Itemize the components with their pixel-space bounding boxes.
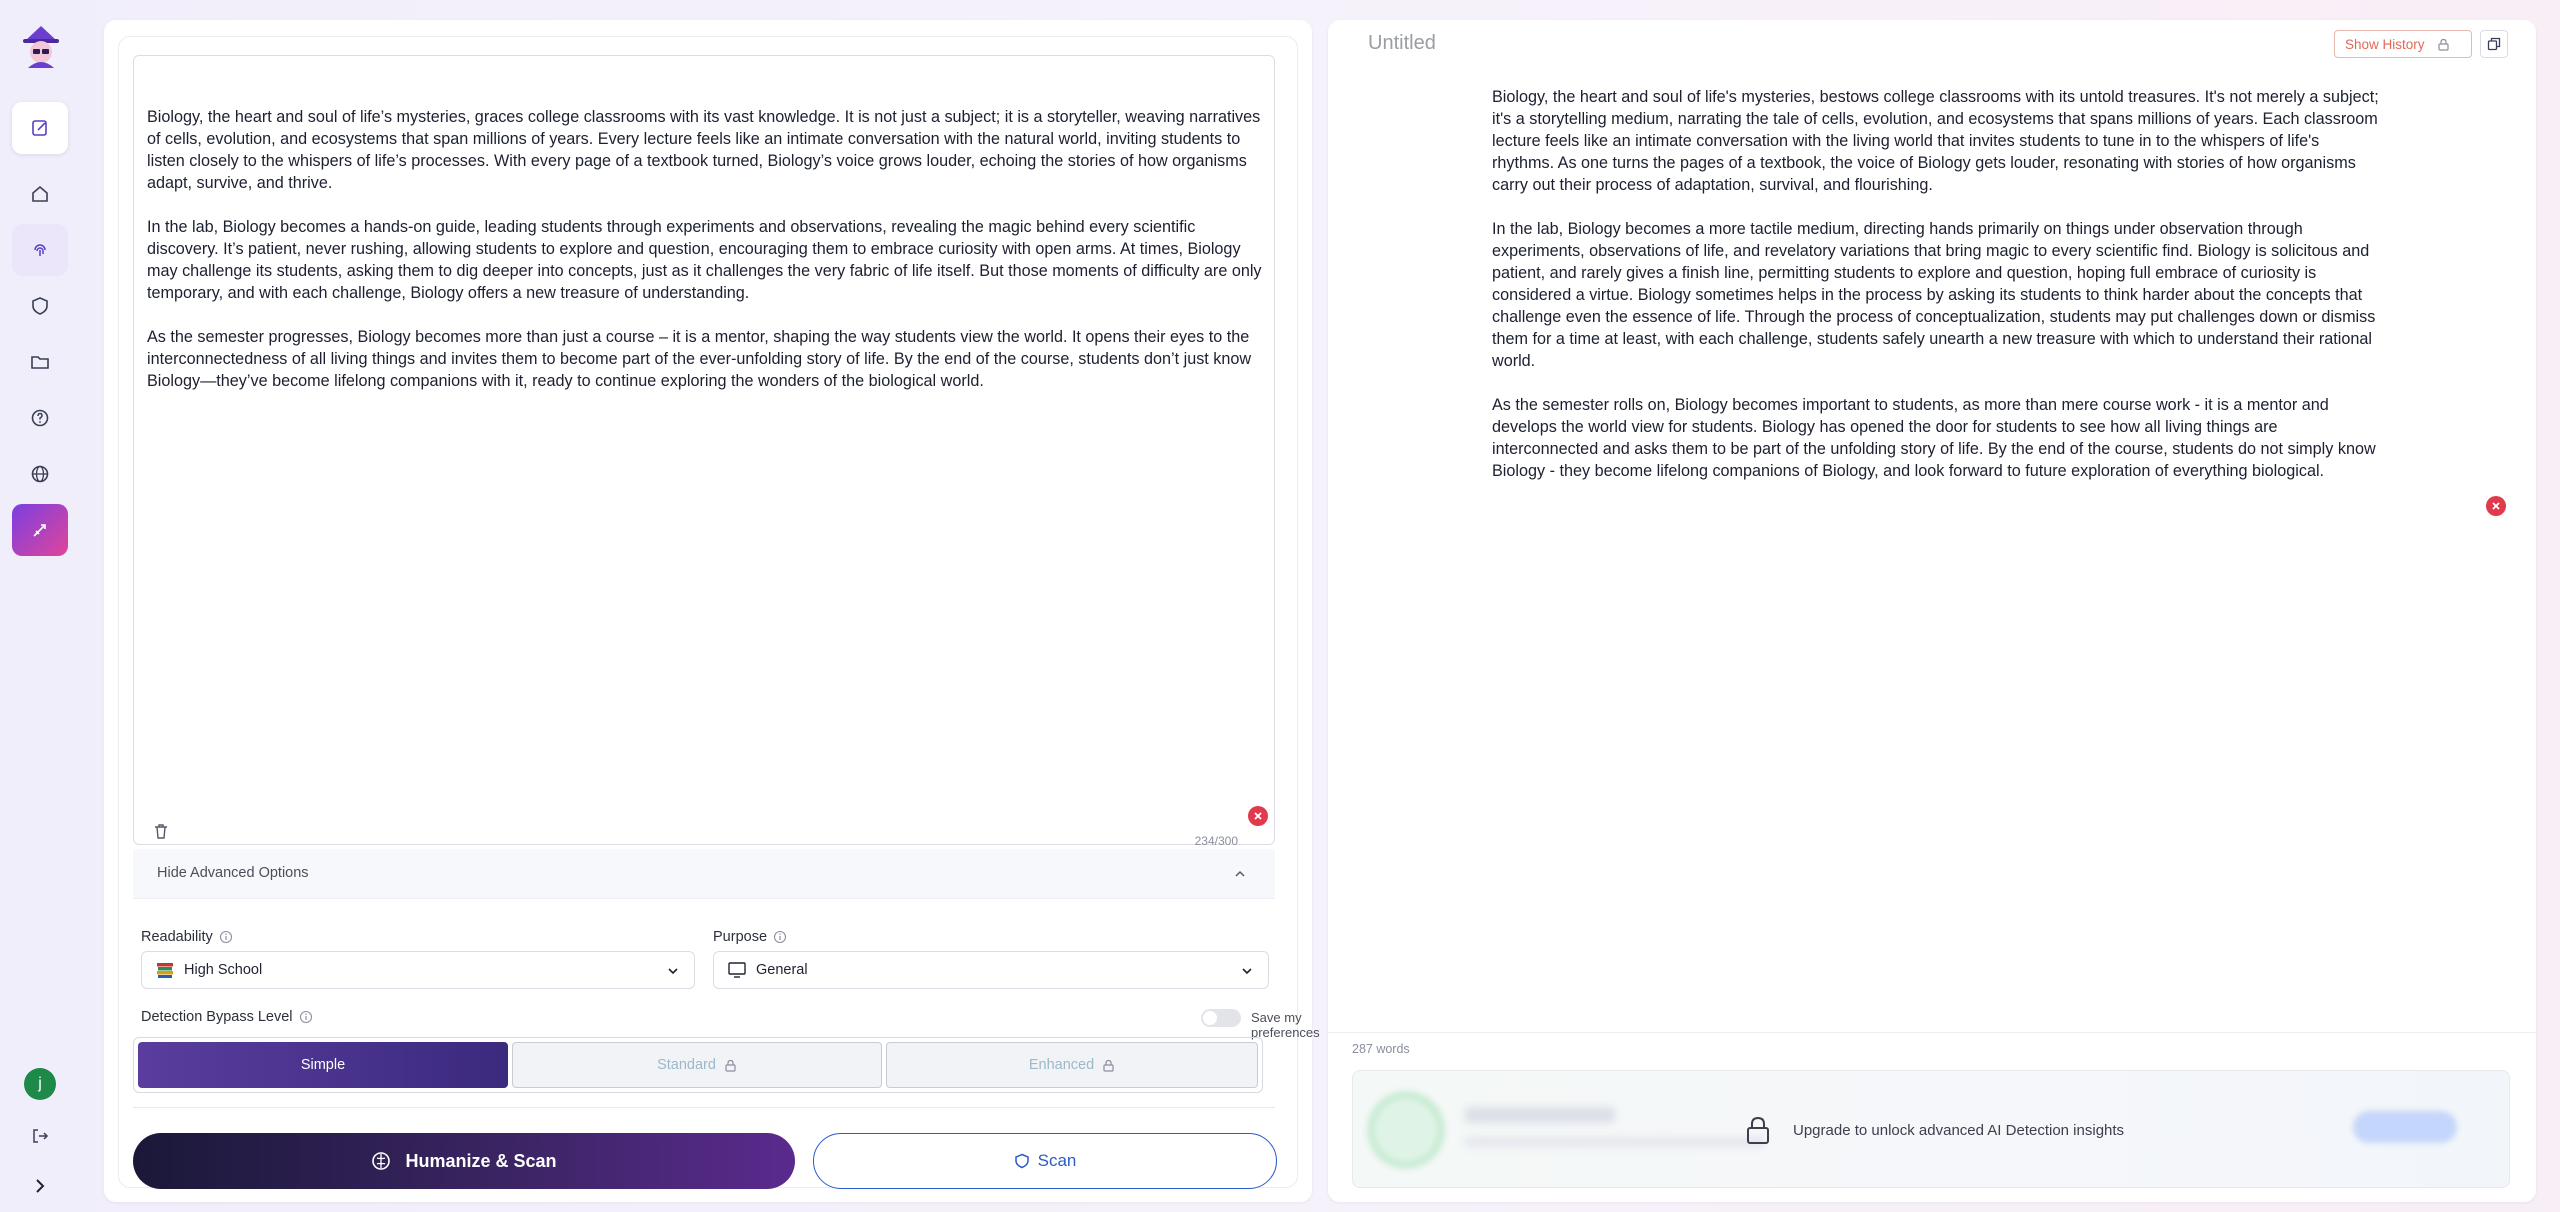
bypass-level-selector: Simple Standard Enhanced — [133, 1037, 1263, 1093]
chevron-down-icon — [1242, 968, 1252, 975]
nav-fingerprint[interactable] — [12, 224, 68, 276]
input-card: Biology, the heart and soul of life’s my… — [118, 36, 1320, 1189]
home-icon — [32, 185, 48, 202]
nav-logout[interactable] — [12, 1110, 68, 1162]
level-standard-label: Standard — [657, 1057, 716, 1073]
purpose-value: General — [756, 962, 808, 978]
globe-icon — [31, 465, 49, 483]
avatar[interactable]: j — [24, 1068, 56, 1100]
level-simple-label: Simple — [300, 1057, 346, 1073]
output-paragraph: As the semester rolls on, Biology become… — [1492, 396, 2376, 480]
folder-icon — [31, 356, 49, 369]
level-simple-button[interactable]: Simple — [138, 1042, 508, 1088]
nav-folder[interactable] — [12, 336, 68, 388]
input-paragraph: Biology, the heart and soul of life’s my… — [147, 108, 1261, 192]
readability-select[interactable]: High School — [141, 951, 695, 989]
output-text[interactable]: Biology, the heart and soul of life's my… — [1492, 86, 2380, 482]
monitor-icon — [728, 962, 746, 978]
humanize-scan-button[interactable]: Humanize & Scan — [133, 1133, 795, 1189]
purpose-label-text: Purpose — [713, 929, 768, 945]
blurred-score-ring — [1367, 1091, 1445, 1169]
scan-label: Scan — [1037, 1151, 1077, 1170]
trash-icon[interactable] — [152, 822, 170, 840]
nav-upgrade[interactable] — [12, 504, 68, 556]
lock-icon — [1103, 1059, 1114, 1072]
save-preferences-label: Save my preferences — [1251, 1010, 1320, 1040]
word-counter: 234/300 — [1194, 834, 1238, 848]
chevron-right-icon — [36, 1179, 45, 1193]
lock-icon — [1747, 1116, 1769, 1144]
input-text[interactable]: Biology, the heart and soul of life’s my… — [147, 106, 1265, 392]
shield-icon — [1014, 1153, 1029, 1169]
clear-input-button[interactable] — [1248, 806, 1268, 826]
close-icon — [2492, 502, 2500, 510]
level-enhanced-label: Enhanced — [1028, 1057, 1095, 1073]
sidebar-nav: j — [0, 0, 80, 1212]
purpose-label: Purpose — [713, 929, 787, 945]
lock-icon — [725, 1059, 736, 1072]
show-history-label: Show History — [2345, 36, 2425, 52]
edit-icon — [32, 120, 47, 136]
level-enhanced-button[interactable]: Enhanced — [886, 1042, 1258, 1088]
upgrade-message-text: Upgrade to unlock advanced AI Detection … — [1793, 1121, 2125, 1139]
nav-help[interactable] — [12, 392, 68, 444]
close-icon — [1254, 812, 1262, 820]
output-paragraph: In the lab, Biology becomes a more tacti… — [1492, 220, 2376, 370]
copy-icon — [2487, 37, 2501, 51]
output-panel: Untitled Show History Biology, the heart… — [1328, 20, 2536, 1202]
copy-button[interactable] — [2480, 30, 2508, 58]
bypass-level-label: Detection Bypass Level — [141, 1009, 313, 1025]
level-standard-button[interactable]: Standard — [512, 1042, 882, 1088]
nav-edit[interactable] — [12, 102, 68, 154]
input-panel: Biology, the heart and soul of life’s my… — [104, 20, 1320, 1202]
info-icon[interactable] — [773, 930, 787, 944]
chevron-down-icon — [668, 968, 678, 975]
input-paragraph: As the semester progresses, Biology beco… — [147, 328, 1252, 390]
nav-expand[interactable] — [12, 1168, 68, 1204]
blurred-heading — [1465, 1107, 1615, 1123]
input-paragraph: In the lab, Biology becomes a hands-on g… — [147, 218, 1262, 302]
blurred-action-button — [2353, 1111, 2457, 1143]
books-icon — [157, 963, 173, 978]
nav-shield[interactable] — [12, 280, 68, 332]
advanced-toggle-label: Hide Advanced Options — [157, 865, 309, 881]
ai-detection-upgrade-card[interactable]: Upgrade to unlock advanced AI Detection … — [1352, 1070, 2510, 1188]
divider — [1328, 1032, 2536, 1033]
save-preferences-toggle[interactable] — [1201, 1009, 1241, 1027]
readability-label-text: Readability — [141, 929, 213, 945]
bypass-level-label-text: Detection Bypass Level — [141, 1009, 293, 1025]
readability-value: High School — [184, 962, 263, 978]
fingerprint-icon — [34, 244, 46, 256]
rocket-icon — [33, 524, 46, 537]
nav-globe[interactable] — [12, 448, 68, 500]
chevron-up-icon — [1235, 870, 1245, 877]
logout-icon — [33, 1129, 49, 1143]
lock-icon — [2437, 38, 2449, 51]
divider — [133, 1107, 1275, 1108]
humanize-scan-label: Humanize & Scan — [405, 1150, 557, 1171]
info-icon[interactable] — [299, 1010, 313, 1024]
scan-button[interactable]: Scan — [813, 1133, 1277, 1189]
output-paragraph: Biology, the heart and soul of life's my… — [1492, 88, 2379, 194]
advanced-options-toggle[interactable]: Hide Advanced Options — [133, 849, 1275, 899]
show-history-button[interactable]: Show History — [2334, 30, 2472, 58]
purpose-select[interactable]: General — [713, 951, 1269, 989]
brain-icon — [372, 1152, 391, 1170]
document-title[interactable]: Untitled — [1368, 32, 1436, 55]
output-word-count: 287 words — [1352, 1042, 1410, 1056]
shield-icon — [32, 297, 48, 315]
logo-icon[interactable] — [20, 22, 62, 70]
nav-home[interactable] — [12, 168, 68, 220]
clear-output-button[interactable] — [2486, 496, 2506, 516]
upgrade-message: Upgrade to unlock advanced AI Detection … — [1745, 1115, 2124, 1145]
blurred-subtext — [1465, 1137, 1765, 1147]
help-icon — [31, 409, 49, 427]
info-icon[interactable] — [219, 930, 233, 944]
readability-label: Readability — [141, 929, 233, 945]
input-editor[interactable]: Biology, the heart and soul of life’s my… — [133, 55, 1275, 848]
